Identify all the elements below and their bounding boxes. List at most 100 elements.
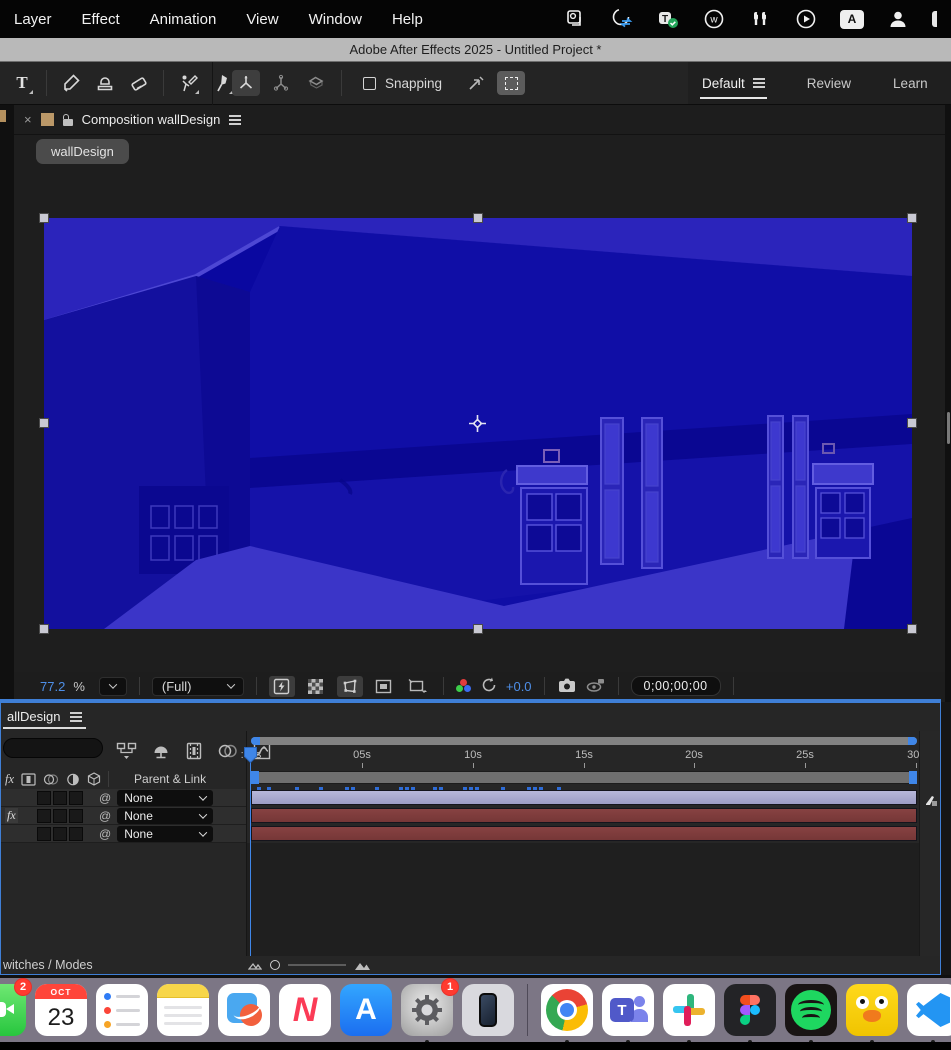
toggle-switches-modes-button[interactable]: witches / Modes xyxy=(3,958,93,972)
selection-handle-top-left[interactable] xyxy=(39,213,49,223)
workspace-tab-review[interactable]: Review xyxy=(805,70,853,97)
frame-blend-column-icon[interactable] xyxy=(21,773,36,786)
draft-3d-icon[interactable] xyxy=(151,741,171,761)
dock-spotify[interactable] xyxy=(785,984,837,1036)
menu-effect[interactable]: Effect xyxy=(82,11,120,28)
motion-blur-column-icon[interactable] xyxy=(43,773,59,786)
type-tool-button[interactable]: T xyxy=(8,69,36,97)
zoom-slider-knob[interactable] xyxy=(270,960,280,970)
panel-menu-icon[interactable] xyxy=(229,119,241,121)
panel-menu-icon[interactable] xyxy=(70,716,82,718)
work-area-bar[interactable] xyxy=(251,771,917,784)
parent-link-column-header[interactable]: Parent & Link xyxy=(134,772,206,786)
timecode-display[interactable]: 0;00;00;00 xyxy=(631,676,721,696)
dock-app-store[interactable]: A xyxy=(340,984,392,1036)
roto-brush-tool-button[interactable] xyxy=(174,69,202,97)
layer-switch-cell[interactable] xyxy=(37,791,51,805)
menu-layer[interactable]: Layer xyxy=(14,11,52,28)
wacom-icon[interactable]: w xyxy=(702,8,726,30)
timeline-horizontal-scrollbar[interactable] xyxy=(251,737,917,745)
dock-teams[interactable]: T xyxy=(602,984,654,1036)
parent-pickwhip-icon[interactable]: @ xyxy=(99,827,111,841)
take-snapshot-button[interactable] xyxy=(557,676,577,697)
dock-news[interactable]: N xyxy=(279,984,331,1036)
snap-along-edges-button[interactable] xyxy=(462,70,490,96)
playhead-marker[interactable] xyxy=(244,747,257,763)
selection-handle-bottom-center[interactable] xyxy=(473,624,483,634)
timeline-zoom-slider[interactable] xyxy=(248,959,371,971)
composition-mini-flowchart-icon[interactable] xyxy=(116,741,138,761)
layer-bar-3[interactable] xyxy=(251,826,917,841)
resolution-dropdown[interactable]: (Full) xyxy=(152,677,244,696)
layer-bar-2[interactable] xyxy=(251,808,917,823)
snapping-control[interactable]: Snapping xyxy=(363,76,442,91)
zoom-slider-track[interactable] xyxy=(288,964,346,966)
selection-handle-top-center[interactable] xyxy=(473,213,483,223)
fx-column-header[interactable]: fx xyxy=(5,772,14,787)
world-axis-mode-button[interactable] xyxy=(267,70,295,96)
menu-animation[interactable]: Animation xyxy=(150,11,217,28)
mask-visibility-button[interactable] xyxy=(337,676,363,697)
workspace-menu-icon[interactable] xyxy=(753,82,765,84)
teams-status-icon[interactable]: T xyxy=(656,8,680,30)
timeline-search-field[interactable] xyxy=(3,738,103,758)
crop-region-button[interactable] xyxy=(405,676,431,697)
workspace-tab-learn[interactable]: Learn xyxy=(891,70,930,97)
composition-viewport[interactable] xyxy=(44,218,912,629)
zoom-value[interactable]: 77.2 xyxy=(40,679,65,694)
layer-row-3-controls[interactable]: @ None xyxy=(1,825,246,843)
anchor-point-icon[interactable] xyxy=(468,414,487,433)
brush-tool-button[interactable] xyxy=(57,69,85,97)
layer-switch-cell[interactable] xyxy=(69,791,83,805)
transparency-grid-button[interactable] xyxy=(303,676,329,697)
show-snapshot-button[interactable] xyxy=(585,676,606,697)
region-of-interest-button[interactable] xyxy=(371,676,397,697)
dock-iphone-mirroring[interactable] xyxy=(462,984,514,1036)
clone-stamp-tool-button[interactable] xyxy=(91,69,119,97)
layer-switch-cell[interactable] xyxy=(37,809,51,823)
snap-features-button[interactable] xyxy=(497,71,525,95)
local-axis-mode-button[interactable] xyxy=(232,70,260,96)
composition-tab-label[interactable]: Composition wallDesign xyxy=(82,112,221,127)
reset-exposure-button[interactable] xyxy=(480,676,498,697)
dock-calendar[interactable]: OCT 23 xyxy=(35,984,87,1036)
input-source-icon[interactable]: A xyxy=(840,10,864,29)
selection-handle-bottom-left[interactable] xyxy=(39,624,49,634)
creative-cloud-sync-icon[interactable] xyxy=(610,8,634,30)
layer-switch-cell[interactable] xyxy=(53,809,67,823)
adjustment-layer-column-icon[interactable] xyxy=(66,773,80,786)
close-tab-icon[interactable]: × xyxy=(24,112,32,127)
workspace-tab-default[interactable]: Default xyxy=(700,70,767,97)
layer-switch-cell[interactable] xyxy=(37,827,51,841)
dock-slack[interactable] xyxy=(663,984,715,1036)
snapping-checkbox[interactable] xyxy=(363,77,376,90)
layer-row-1-controls[interactable]: @ None xyxy=(1,789,246,807)
parent-pickwhip-icon[interactable]: @ xyxy=(99,809,111,823)
channel-picker-icon[interactable] xyxy=(456,679,472,693)
motion-blur-icon[interactable] xyxy=(217,741,239,761)
parent-dropdown[interactable]: None xyxy=(117,826,213,842)
layer-row-2-controls[interactable]: fx @ None xyxy=(1,807,246,825)
dock-vscode[interactable] xyxy=(907,984,951,1036)
layer-switch-cell[interactable] xyxy=(69,809,83,823)
dock-chrome[interactable] xyxy=(541,984,593,1036)
3d-layer-column-icon[interactable] xyxy=(87,772,101,786)
view-axis-mode-button[interactable] xyxy=(302,70,330,96)
airpods-icon[interactable] xyxy=(748,8,772,30)
parent-dropdown[interactable]: None xyxy=(117,808,213,824)
menu-help[interactable]: Help xyxy=(392,11,423,28)
magnification-dropdown[interactable] xyxy=(99,677,127,696)
dock-figma[interactable] xyxy=(724,984,776,1036)
lock-icon[interactable] xyxy=(63,114,73,126)
dock-system-settings[interactable]: 1 xyxy=(401,984,453,1036)
layer-switch-cell[interactable] xyxy=(53,827,67,841)
timeline-tab[interactable]: allDesign xyxy=(3,706,86,729)
timeline-empty-track-area[interactable] xyxy=(247,843,919,956)
dock-notes[interactable] xyxy=(157,984,209,1036)
capture-icon[interactable] xyxy=(564,8,588,30)
layer-bar-1[interactable] xyxy=(251,790,917,805)
menu-view[interactable]: View xyxy=(246,11,278,28)
layer-switch-cell[interactable] xyxy=(53,791,67,805)
menu-window[interactable]: Window xyxy=(309,11,362,28)
right-scrollbar-nub[interactable] xyxy=(947,412,950,444)
